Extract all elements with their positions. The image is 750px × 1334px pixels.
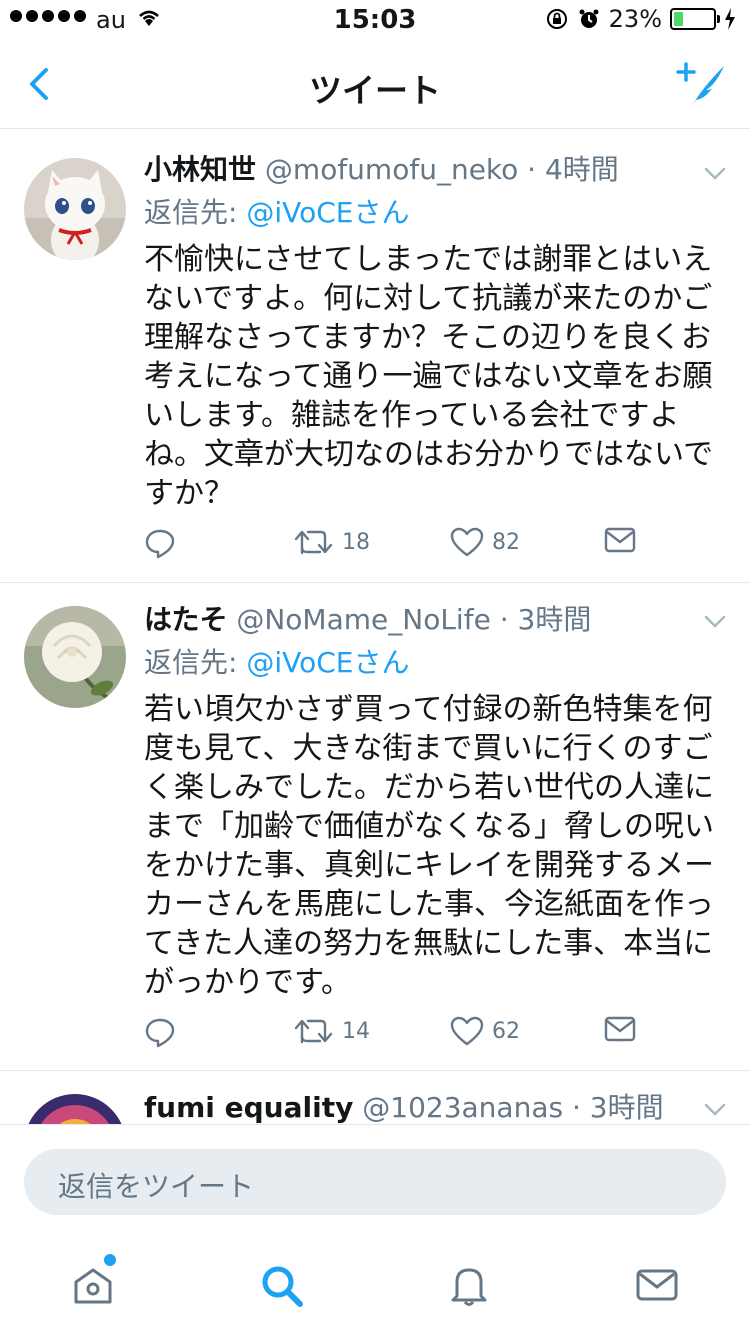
tab-bar [0,1240,750,1334]
user-handle[interactable]: @mofumofu_neko [265,153,518,186]
reply-composer: 返信をツイート [0,1124,750,1241]
reply-button[interactable] [144,1016,176,1048]
status-right: 23% [545,5,736,33]
like-button[interactable]: 62 [450,1016,520,1046]
tab-notifications[interactable] [446,1262,492,1308]
reply-context: 返信先: @iVoCEさん [144,640,720,686]
like-count: 62 [492,1018,520,1044]
page-title: ツイート [309,71,441,110]
tab-messages[interactable] [634,1262,680,1308]
retweet-button[interactable]: 14 [294,1016,370,1046]
tweet-header: 小林知世 @mofumofu_neko · 4時間 [144,150,720,190]
reply-button[interactable] [144,527,176,559]
user-name[interactable]: fumi equality [144,1091,353,1124]
direct-message-button[interactable] [604,527,636,553]
tweet-actions: 18 82 [144,527,644,567]
retweet-button[interactable]: 18 [294,527,370,557]
retweet-count: 18 [342,529,370,555]
retweet-icon [294,530,333,555]
retweet-icon [294,1019,333,1044]
tweet-text: 若い頃欠かさず買って付録の新色特集を何 度も見て、大きな街まで買いに行くのすご … [144,692,714,1000]
avatar[interactable] [24,1094,126,1124]
tweet-body: はたそ @NoMame_NoLife · 3時間 返信先: @iVoCEさん 若… [144,600,720,1002]
reply-label: 返信先: [144,646,247,679]
chevron-down-icon[interactable] [700,606,730,636]
notifications-icon [451,1268,487,1306]
tweet-3[interactable]: fumi equality @1023ananas · 3時間 [0,1070,750,1124]
tweet-2[interactable]: はたそ @NoMame_NoLife · 3時間 返信先: @iVoCEさん 若… [0,582,750,1071]
reply-icon [145,529,175,559]
separator-dot: · [499,603,509,636]
user-handle[interactable]: @1023ananas [362,1091,563,1124]
direct-message-button[interactable] [604,1016,636,1042]
tweet-time: 3時間 [517,603,592,636]
tweet-time: 4時間 [544,153,619,186]
user-handle[interactable]: @NoMame_NoLife [236,603,490,636]
heart-icon [450,1016,484,1046]
avatar[interactable] [24,158,126,260]
mail-icon [604,527,636,553]
messages-icon [636,1269,678,1301]
reply-context: 返信先: @iVoCEさん [144,190,720,236]
battery-percent: 23% [608,5,662,33]
like-button[interactable]: 82 [450,527,520,557]
home-icon [74,1268,112,1304]
avatar[interactable] [24,606,126,708]
like-count: 82 [492,529,520,555]
tweet-time: 3時間 [589,1091,664,1124]
retweet-count: 14 [342,1018,370,1044]
avatar-rose-image [24,606,126,708]
reply-icon [145,1018,175,1048]
compose-tweet-icon[interactable] [672,58,730,110]
charging-icon [725,8,735,30]
reply-label: 返信先: [144,196,247,229]
nav-bar: ツイート [0,40,750,129]
tab-home[interactable] [70,1254,116,1308]
tweet-text: 不愉快にさせてしまったでは謝罪とはいえ ないですよ。何に対して抗議が来たのかご … [144,242,714,511]
new-content-dot [104,1254,116,1266]
battery-icon [670,8,720,30]
tweet-body: fumi equality @1023ananas · 3時間 [144,1088,720,1124]
alarm-icon [579,9,599,28]
search-icon [262,1266,303,1307]
tweet-body: 小林知世 @mofumofu_neko · 4時間 返信先: @iVoCEさん … [144,150,720,513]
user-name[interactable]: 小林知世 [144,153,256,186]
reply-to-link[interactable]: @iVoCEさん [246,196,409,229]
heart-icon [450,527,484,557]
reply-to-link[interactable]: @iVoCEさん [246,646,409,679]
tweet-actions: 14 62 [144,1016,644,1056]
avatar-cat-image [24,158,126,260]
separator-dot: · [527,153,537,186]
rotation-lock-icon [546,9,567,29]
tab-search[interactable] [258,1262,304,1308]
user-name[interactable]: はたそ [144,603,227,636]
status-bar: au 15:03 23% [0,0,750,40]
tweet-1[interactable]: 小林知世 @mofumofu_neko · 4時間 返信先: @iVoCEさん … [0,130,750,583]
chevron-down-icon[interactable] [700,158,730,188]
avatar-colorful-image [24,1094,126,1124]
tweet-header: fumi equality @1023ananas · 3時間 [144,1088,720,1124]
mail-icon [604,1016,636,1042]
separator-dot: · [571,1091,581,1124]
tweet-header: はたそ @NoMame_NoLife · 3時間 [144,600,720,640]
chevron-down-icon[interactable] [700,1094,730,1124]
reply-placeholder: 返信をツイート [58,1170,255,1203]
reply-input[interactable]: 返信をツイート [24,1149,726,1215]
